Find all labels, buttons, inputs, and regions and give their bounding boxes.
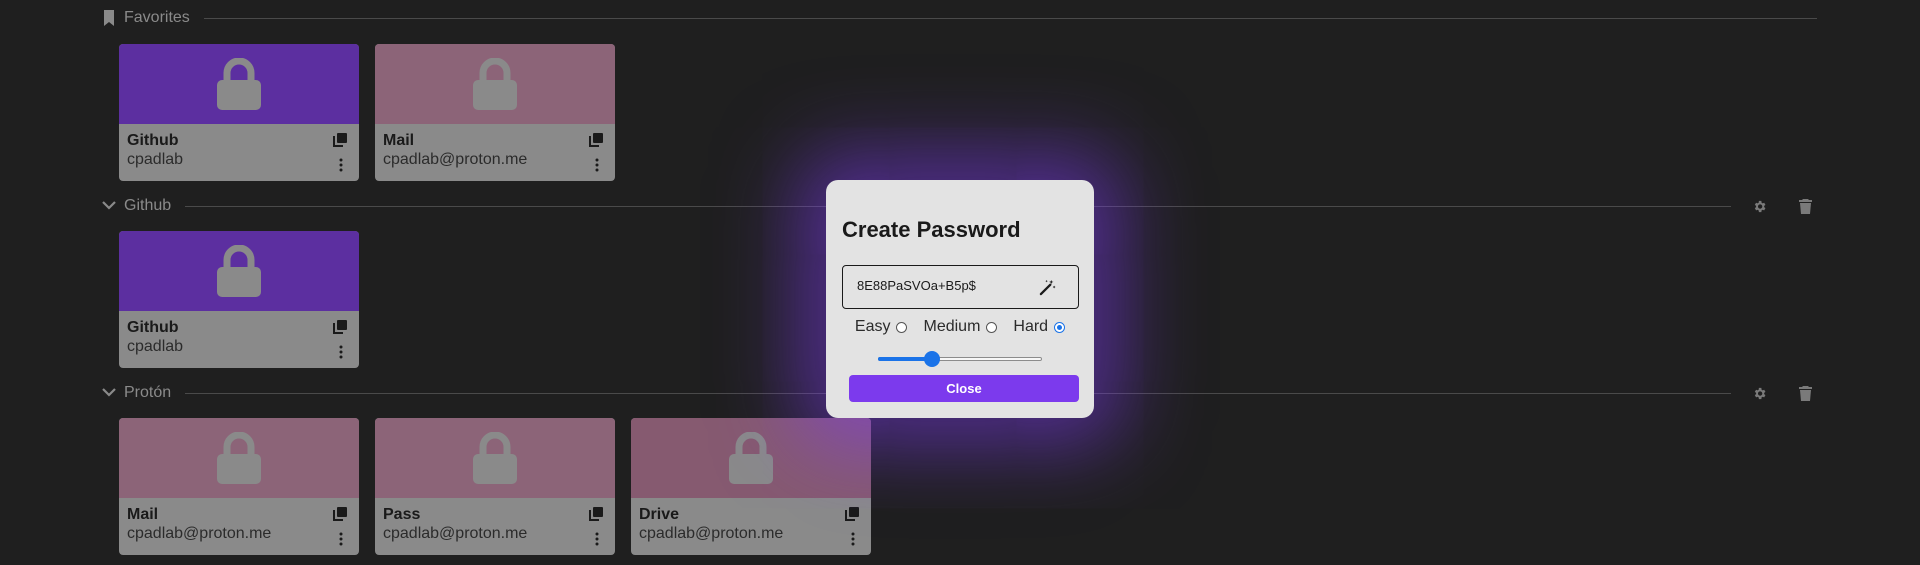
password-card-drive[interactable]: Drive cpadlab@proton.me xyxy=(631,418,871,555)
chevron-down-icon[interactable] xyxy=(100,384,118,402)
card-banner xyxy=(119,231,359,311)
create-password-dialog: Create Password Easy Medium Hard Close xyxy=(826,180,1094,418)
chevron-down-icon[interactable] xyxy=(100,197,118,215)
difficulty-easy[interactable]: Easy xyxy=(855,318,908,336)
difficulty-options: Easy Medium Hard xyxy=(826,318,1094,336)
lock-icon xyxy=(217,432,261,484)
more-vert-icon[interactable] xyxy=(595,532,599,546)
password-card-mail[interactable]: Mail cpadlab@proton.me xyxy=(375,44,615,181)
magic-wand-icon[interactable] xyxy=(1039,279,1056,296)
card-name: Mail xyxy=(383,132,415,149)
section-title[interactable]: Github xyxy=(124,197,171,215)
radio-medium[interactable] xyxy=(986,321,998,333)
more-vert-icon[interactable] xyxy=(339,532,343,546)
more-vert-icon[interactable] xyxy=(595,158,599,172)
password-card-github[interactable]: Github cpadlab xyxy=(119,44,359,181)
card-username: cpadlab@proton.me xyxy=(639,525,784,542)
lock-icon xyxy=(217,245,261,297)
card-username: cpadlab xyxy=(127,338,184,355)
radio-label: Hard xyxy=(1013,318,1049,335)
card-name: Mail xyxy=(127,506,159,523)
section-favorites: Favorites xyxy=(100,6,1817,30)
trash-icon[interactable] xyxy=(1793,381,1817,405)
password-card-mail[interactable]: Mail cpadlab@proton.me xyxy=(119,418,359,555)
section-title[interactable]: Protón xyxy=(124,384,171,402)
card-banner xyxy=(375,44,615,124)
difficulty-hard[interactable]: Hard xyxy=(1013,318,1066,336)
card-username: cpadlab@proton.me xyxy=(383,151,528,168)
copy-icon[interactable] xyxy=(333,320,347,334)
radio-hard[interactable] xyxy=(1054,321,1066,333)
length-slider[interactable] xyxy=(878,351,1042,367)
card-username: cpadlab@proton.me xyxy=(383,525,528,542)
lock-icon xyxy=(473,58,517,110)
lock-icon xyxy=(729,432,773,484)
password-card-github[interactable]: Github cpadlab xyxy=(119,231,359,368)
card-banner xyxy=(119,418,359,498)
dialog-title: Create Password xyxy=(842,217,1021,242)
slider-thumb[interactable] xyxy=(924,351,941,367)
trash-icon[interactable] xyxy=(1793,194,1817,218)
more-vert-icon[interactable] xyxy=(339,345,343,359)
card-name: Github xyxy=(127,319,179,336)
more-vert-icon[interactable] xyxy=(339,158,343,172)
settings-gear-icon[interactable] xyxy=(1747,381,1771,405)
close-button[interactable]: Close xyxy=(849,375,1079,402)
lock-icon xyxy=(217,58,261,110)
settings-gear-icon[interactable] xyxy=(1747,194,1771,218)
password-card-pass[interactable]: Pass cpadlab@proton.me xyxy=(375,418,615,555)
card-banner xyxy=(375,418,615,498)
password-field[interactable] xyxy=(842,265,1079,309)
section-title: Favorites xyxy=(124,9,190,26)
card-name: Pass xyxy=(383,506,421,523)
card-banner xyxy=(119,44,359,124)
copy-icon[interactable] xyxy=(589,133,603,147)
card-name: Drive xyxy=(639,506,680,523)
bookmark-icon xyxy=(100,9,118,27)
copy-icon[interactable] xyxy=(589,507,603,521)
card-name: Github xyxy=(127,132,179,149)
card-username: cpadlab xyxy=(127,151,184,168)
radio-label: Medium xyxy=(923,318,981,335)
section-divider xyxy=(203,17,1817,19)
password-input[interactable] xyxy=(857,278,1037,293)
copy-icon[interactable] xyxy=(333,133,347,147)
radio-easy[interactable] xyxy=(896,321,908,333)
radio-label: Easy xyxy=(854,318,891,335)
more-vert-icon[interactable] xyxy=(851,532,855,546)
copy-icon[interactable] xyxy=(845,507,859,521)
lock-icon xyxy=(473,432,517,484)
difficulty-medium[interactable]: Medium xyxy=(923,318,998,336)
card-banner xyxy=(631,418,871,498)
copy-icon[interactable] xyxy=(333,507,347,521)
card-username: cpadlab@proton.me xyxy=(127,525,272,542)
